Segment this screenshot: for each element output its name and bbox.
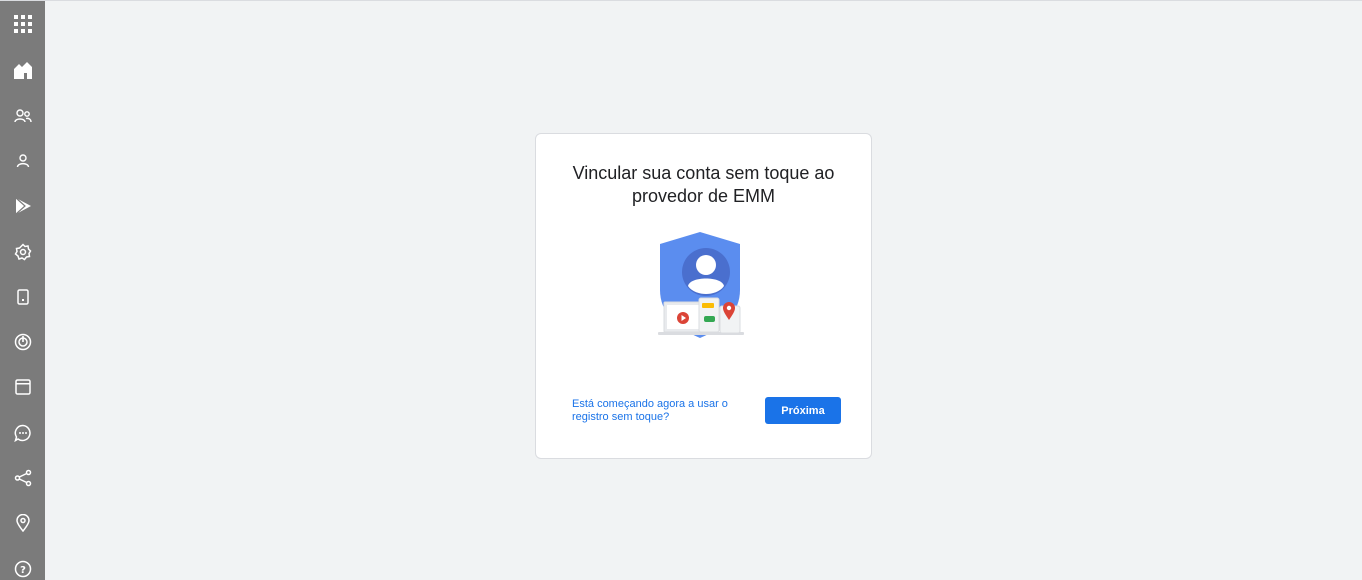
apps-grid-icon xyxy=(13,15,32,33)
sidebar-item-location[interactable] xyxy=(0,503,45,543)
zero-touch-help-link[interactable]: Está começando agora a usar o registro s… xyxy=(572,398,747,424)
sidebar-item-account[interactable] xyxy=(0,141,45,181)
sidebar-rail: ? xyxy=(0,1,45,580)
location-icon xyxy=(15,514,30,532)
sidebar-item-share[interactable] xyxy=(0,458,45,498)
sidebar-item-security[interactable] xyxy=(0,322,45,362)
app-root: ? Vincular sua conta sem toque ao proved… xyxy=(0,0,1362,580)
chat-icon xyxy=(13,424,31,442)
sidebar-item-help[interactable]: ? xyxy=(0,549,45,580)
sidebar-item-chat[interactable] xyxy=(0,413,45,453)
home-icon xyxy=(13,62,32,79)
sidebar-item-users[interactable] xyxy=(0,96,45,136)
svg-text:?: ? xyxy=(20,565,26,576)
settings-icon xyxy=(14,243,31,261)
sidebar-item-apps[interactable] xyxy=(0,4,45,44)
help-icon: ? xyxy=(14,560,31,578)
emm-link-card: Vincular sua conta sem toque ao provedor… xyxy=(535,133,872,459)
play-store-icon xyxy=(15,197,31,215)
card-title: Vincular sua conta sem toque ao provedor… xyxy=(572,163,835,206)
users-icon xyxy=(13,109,32,123)
sidebar-item-play[interactable] xyxy=(0,186,45,226)
sidebar-item-devices[interactable] xyxy=(0,277,45,317)
sidebar-item-browser[interactable] xyxy=(0,367,45,407)
browser-icon xyxy=(14,379,31,395)
account-shield-illustration xyxy=(658,232,744,338)
sidebar-item-home[interactable] xyxy=(0,50,45,90)
user-icon xyxy=(16,154,29,168)
share-icon xyxy=(14,469,31,487)
security-icon xyxy=(14,333,31,351)
device-icon xyxy=(16,289,29,305)
sidebar-item-settings[interactable] xyxy=(0,232,45,272)
next-button[interactable]: Próxima xyxy=(765,397,841,424)
